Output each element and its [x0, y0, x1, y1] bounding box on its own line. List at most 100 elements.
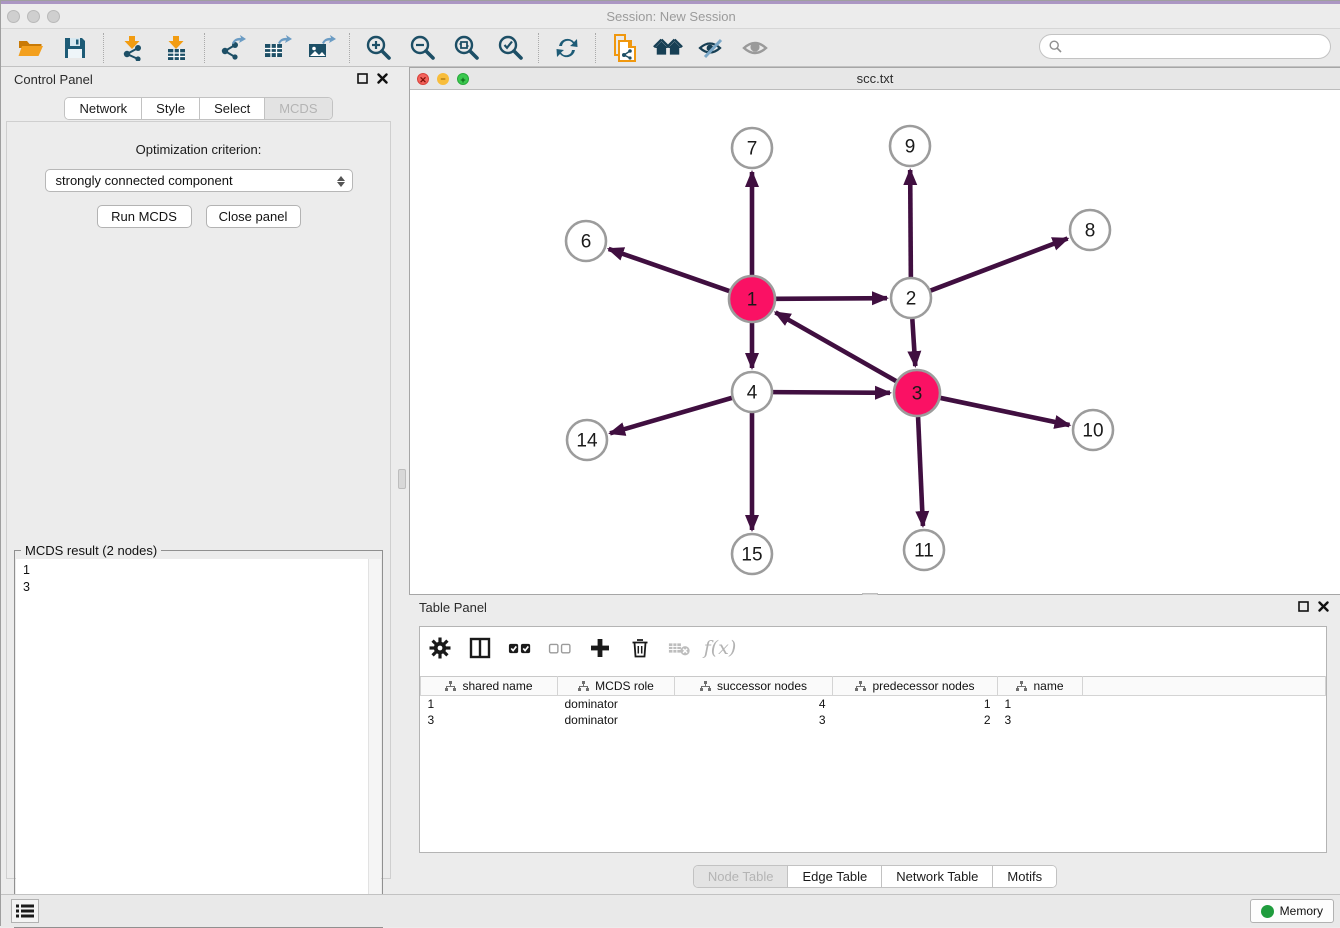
control-panel: Control Panel Network Style Select MCDS …	[1, 67, 396, 894]
tab-mcds[interactable]: MCDS	[265, 98, 331, 119]
column-header[interactable]: MCDS role	[558, 677, 675, 696]
table-cell[interactable]: dominator	[558, 712, 675, 728]
table-cell[interactable]: dominator	[558, 696, 675, 712]
deselect-all-icon[interactable]	[548, 636, 572, 660]
tab-style[interactable]: Style	[142, 98, 200, 119]
mcds-panel-body: Optimization criterion: strongly connect…	[6, 121, 391, 879]
splitter-handle[interactable]	[398, 469, 406, 489]
zoom-out-icon[interactable]	[407, 33, 437, 63]
table-cell[interactable]: 1	[998, 696, 1083, 712]
graph-edge-2-3[interactable]	[912, 319, 915, 366]
graph-node-11[interactable]: 11	[904, 530, 944, 570]
table-cell-filler	[1083, 696, 1326, 712]
table-header-row[interactable]: shared nameMCDS rolesuccessor nodesprede…	[421, 677, 1326, 696]
network-canvas[interactable]: 1 2 3 4 6 7 8 9 10 11 14 15	[410, 90, 1340, 594]
table-cell[interactable]: 3	[675, 712, 833, 728]
float-panel-icon[interactable]	[357, 73, 368, 84]
criterion-dropdown[interactable]: strongly connected component	[45, 169, 353, 192]
graph-edge-3-11[interactable]	[918, 417, 923, 526]
hide-selected-icon[interactable]	[697, 33, 727, 63]
tab-node-table[interactable]: Node Table	[694, 866, 789, 887]
table-cell[interactable]: 4	[675, 696, 833, 712]
close-panel-icon[interactable]	[377, 73, 388, 84]
table-row[interactable]: 3dominator323	[421, 712, 1326, 728]
table-cell[interactable]: 2	[833, 712, 998, 728]
zoom-in-icon[interactable]	[363, 33, 393, 63]
search-box[interactable]	[1039, 34, 1331, 59]
svg-text:6: 6	[581, 232, 592, 253]
column-header[interactable]: name	[998, 677, 1083, 696]
tab-motifs[interactable]: Motifs	[993, 866, 1056, 887]
open-file-icon[interactable]	[16, 33, 46, 63]
graph-node-7[interactable]: 7	[732, 128, 772, 168]
graph-node-1[interactable]: 1	[729, 276, 775, 322]
graph-node-2[interactable]: 2	[891, 278, 931, 318]
graph-node-15[interactable]: 15	[732, 534, 772, 574]
table-cell-filler	[1083, 712, 1326, 728]
copy-network-icon[interactable]	[609, 33, 639, 63]
graph-edge-3-10[interactable]	[940, 398, 1069, 425]
delete-column-icon[interactable]	[628, 636, 652, 660]
graph-edge-1-2[interactable]	[776, 298, 887, 299]
tab-edge-table[interactable]: Edge Table	[788, 866, 882, 887]
column-header[interactable]: shared name	[421, 677, 558, 696]
tab-network-table[interactable]: Network Table	[882, 866, 993, 887]
application-window: Session: New Session	[0, 0, 1340, 926]
search-input[interactable]	[1068, 40, 1321, 54]
run-mcds-button[interactable]: Run MCDS	[97, 205, 192, 228]
graph-node-14[interactable]: 14	[567, 420, 607, 460]
import-network-icon[interactable]	[117, 33, 147, 63]
graph-edge-2-8[interactable]	[931, 239, 1068, 291]
float-table-panel-icon[interactable]	[1298, 601, 1309, 612]
table-row[interactable]: 1dominator411	[421, 696, 1326, 712]
column-type-icon	[578, 681, 589, 692]
graph-node-6[interactable]: 6	[566, 221, 606, 261]
close-panel-button[interactable]: Close panel	[206, 205, 301, 228]
task-history-button[interactable]	[11, 899, 39, 923]
zoom-selected-icon[interactable]	[495, 33, 525, 63]
tab-select[interactable]: Select	[200, 98, 265, 119]
table-cell[interactable]: 3	[421, 712, 558, 728]
tab-network[interactable]: Network	[65, 98, 142, 119]
gear-icon[interactable]	[428, 636, 452, 660]
graph-node-3[interactable]: 3	[894, 370, 940, 416]
result-scrollbar[interactable]	[368, 559, 381, 926]
first-neighbors-icon[interactable]	[653, 33, 683, 63]
show-all-icon[interactable]	[741, 33, 771, 63]
column-header[interactable]: successor nodes	[675, 677, 833, 696]
refresh-layout-icon[interactable]	[552, 33, 582, 63]
column-header[interactable]: predecessor nodes	[833, 677, 998, 696]
graph-edge-3-1[interactable]	[775, 312, 896, 381]
save-session-icon[interactable]	[60, 33, 90, 63]
add-column-icon[interactable]	[588, 636, 612, 660]
vertical-splitter[interactable]	[396, 67, 409, 894]
table-cell[interactable]: 3	[998, 712, 1083, 728]
graph-node-4[interactable]: 4	[732, 372, 772, 412]
graph-edge-4-14[interactable]	[610, 398, 732, 433]
network-window-titlebar[interactable]: ✕ − + scc.txt	[410, 68, 1340, 90]
zoom-fit-icon[interactable]	[451, 33, 481, 63]
graph-node-9[interactable]: 9	[890, 126, 930, 166]
select-all-icon[interactable]	[508, 636, 532, 660]
table-cell[interactable]: 1	[421, 696, 558, 712]
table-cell[interactable]: 1	[833, 696, 998, 712]
column-pane-icon[interactable]	[468, 636, 492, 660]
graph-node-10[interactable]: 10	[1073, 410, 1113, 450]
graph-node-8[interactable]: 8	[1070, 210, 1110, 250]
table-panel: Table Panel	[409, 595, 1340, 894]
graph-edge-1-6[interactable]	[609, 249, 730, 291]
delete-table-icon[interactable]	[668, 636, 692, 660]
graph-edge-2-9[interactable]	[910, 170, 911, 277]
export-image-icon[interactable]	[306, 33, 336, 63]
close-table-panel-icon[interactable]	[1318, 601, 1329, 612]
mcds-result-area[interactable]: 1 3	[16, 559, 381, 926]
export-network-icon[interactable]	[218, 33, 248, 63]
memory-button[interactable]: Memory	[1250, 899, 1334, 923]
export-table-icon[interactable]	[262, 33, 292, 63]
graph-edge-4-3[interactable]	[773, 392, 890, 393]
node-table: shared nameMCDS rolesuccessor nodesprede…	[420, 676, 1326, 728]
status-bar: Memory	[1, 894, 1340, 927]
network-canvas-svg: 1 2 3 4 6 7 8 9 10 11 14 15	[410, 90, 1340, 594]
function-builder-icon[interactable]: f(x)	[708, 636, 732, 660]
import-table-icon[interactable]	[161, 33, 191, 63]
